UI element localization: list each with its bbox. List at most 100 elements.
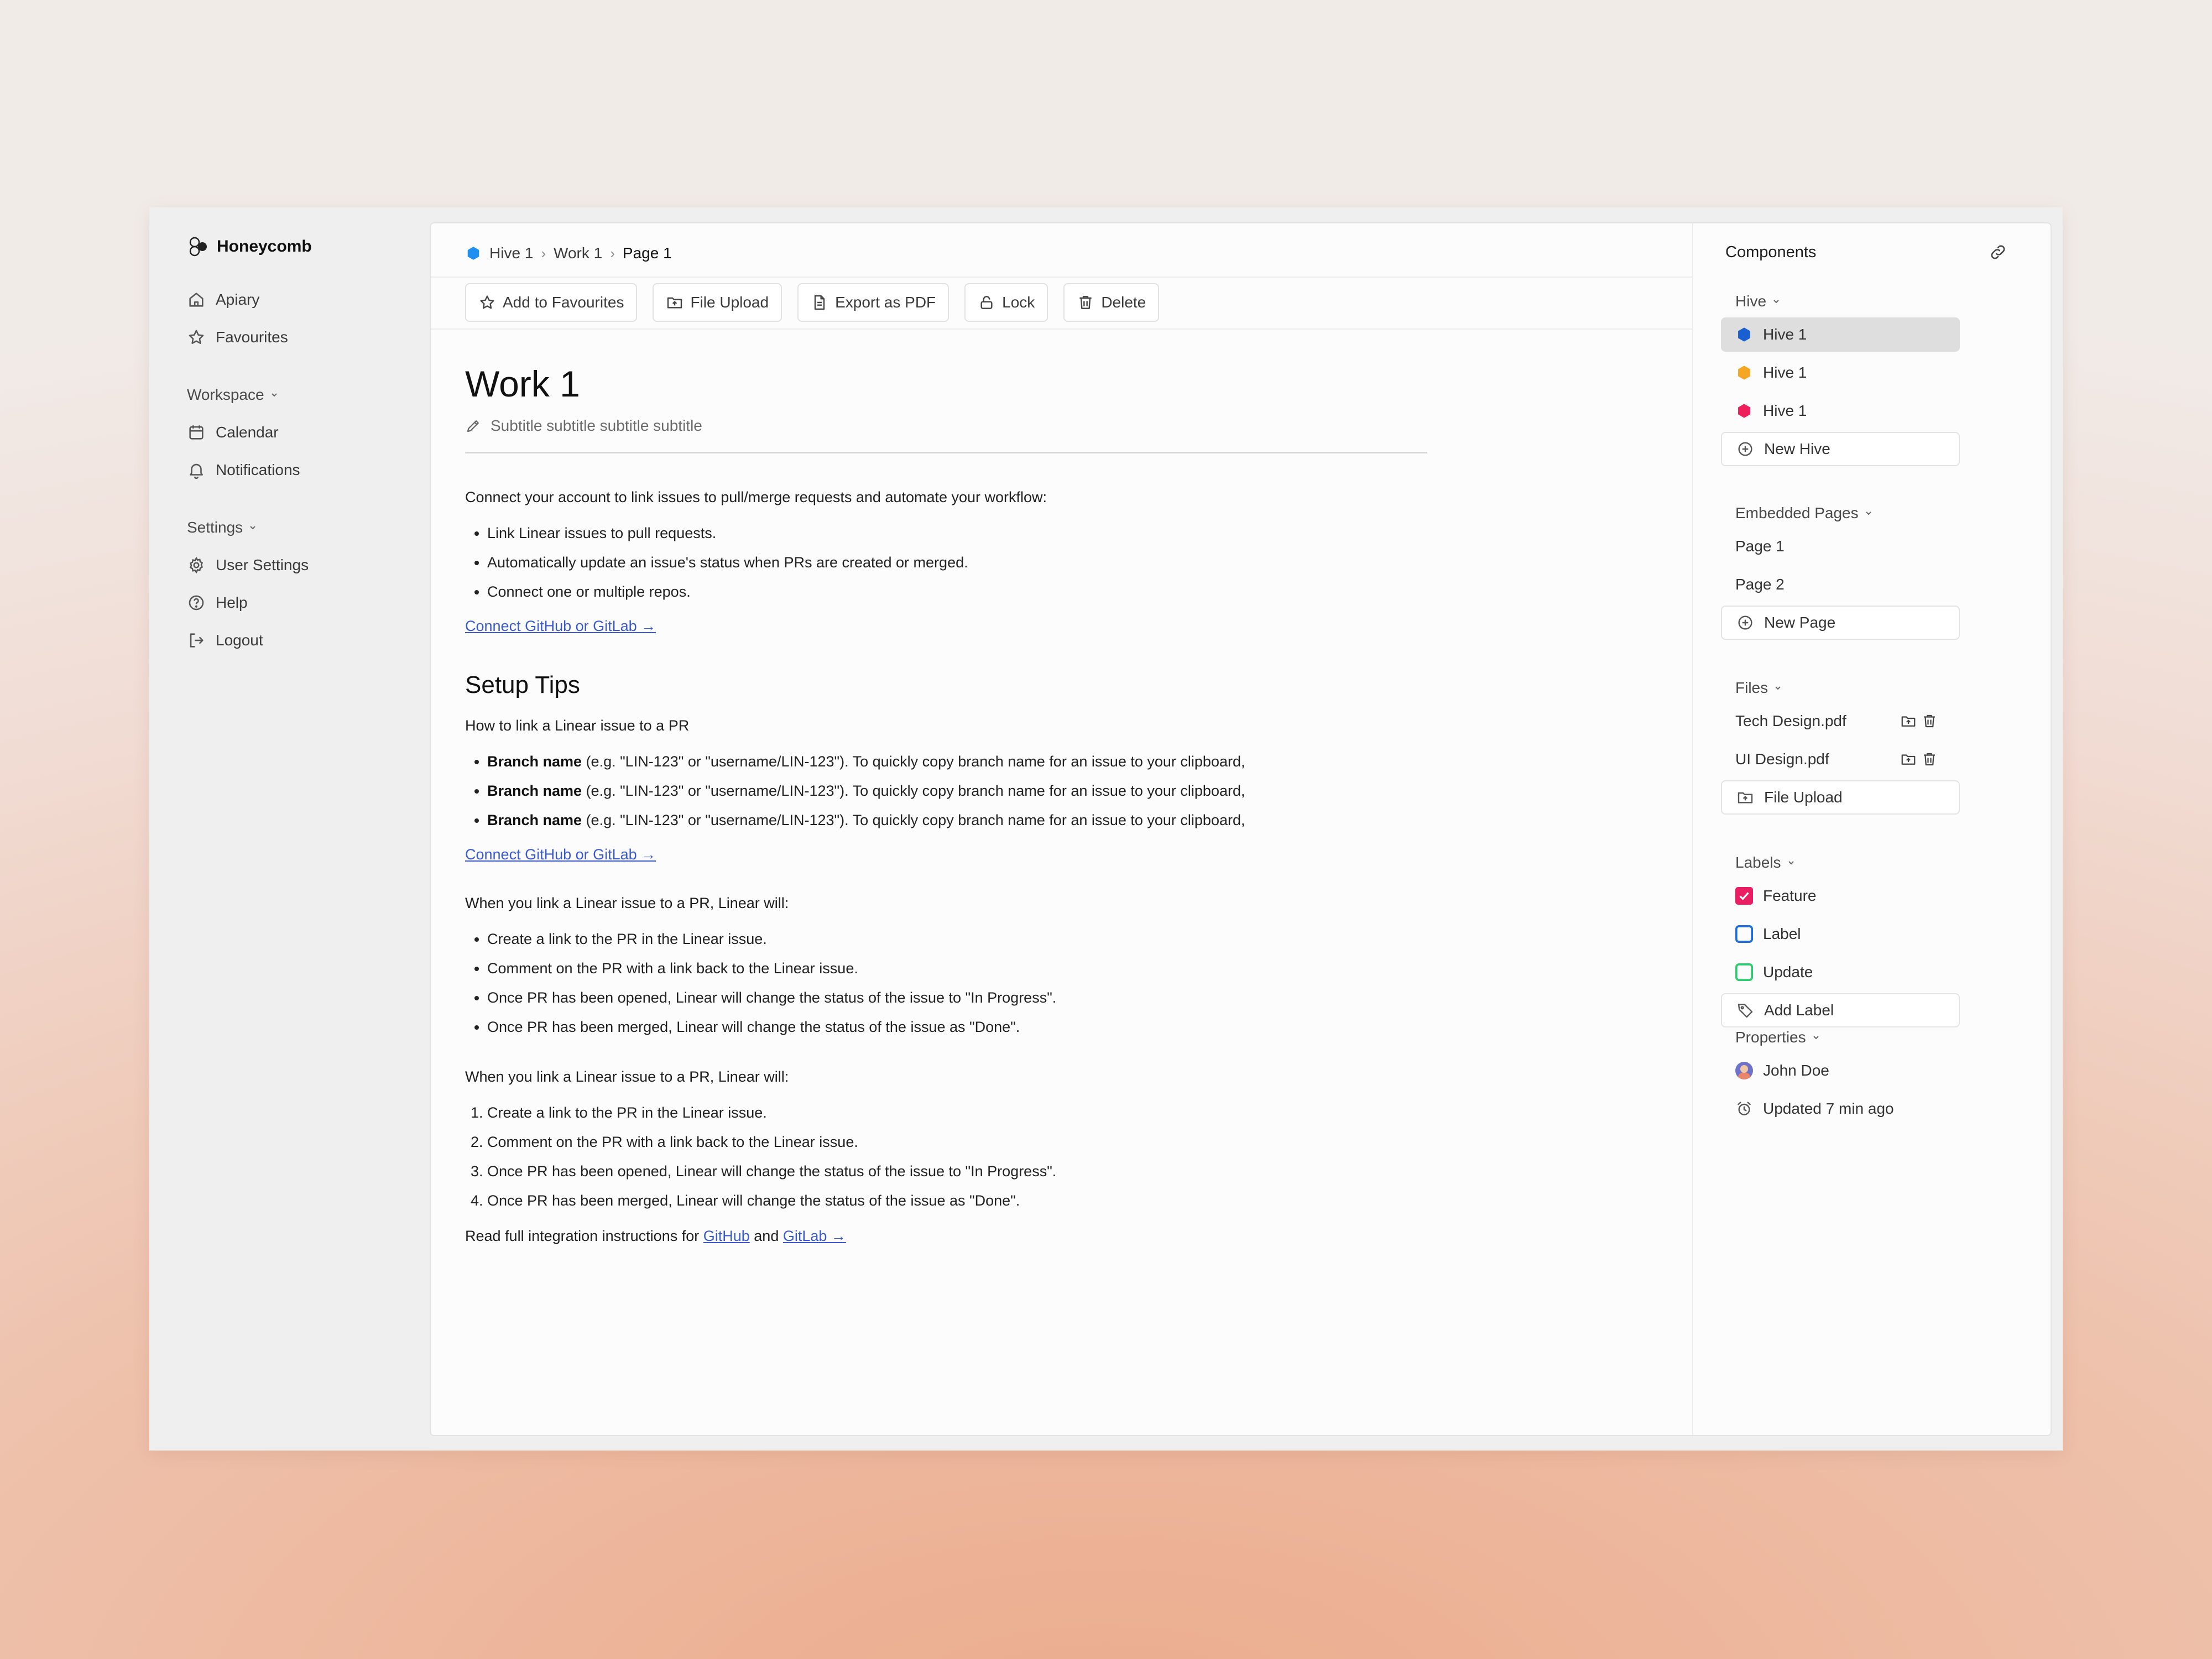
list-item: Create a link to the PR in the Linear is… [487,925,1427,954]
main-panel: Hive 1 › Work 1 › Page 1 Add to Favourit… [430,222,2052,1436]
page-subtitle: Subtitle subtitle subtitle subtitle [491,417,702,434]
sidebar-item-notifications[interactable]: Notifications [187,451,419,489]
list-item: Comment on the PR with a link back to th… [487,1128,1427,1157]
sidebar-item-apiary[interactable]: Apiary [187,281,419,319]
sidebar-item-user-settings[interactable]: User Settings [187,546,419,584]
label-item-label[interactable]: Label [1721,917,1960,951]
intro-list: Link Linear issues to pull requests. Aut… [465,519,1427,607]
breadcrumb-item-hive[interactable]: Hive 1 [489,244,533,262]
list-item: Branch name (e.g. "LIN-123" or "username… [487,747,1427,776]
section-label: Files [1735,679,1768,696]
list-item: Branch name (e.g. "LIN-123" or "username… [487,806,1427,835]
branch-list: Branch name (e.g. "LIN-123" or "username… [465,747,1427,835]
list-item: Once PR has been merged, Linear will cha… [487,1186,1427,1215]
when-bullet-list: Create a link to the PR in the Linear is… [465,925,1427,1042]
embedded-pages-toggle[interactable]: Embedded Pages [1721,497,1960,529]
star-icon [189,330,204,345]
sidebar-item-calendar[interactable]: Calendar [187,414,419,451]
star-icon [480,295,494,309]
when-numbered-list: Create a link to the PR in the Linear is… [465,1098,1427,1215]
properties-section-toggle[interactable]: Properties [1721,1021,1960,1053]
sidebar-item-label: Favourites [216,328,288,346]
hive-section-toggle[interactable]: Hive [1721,285,1960,317]
sidebar-item-label: Apiary [216,291,260,308]
checkbox-icon[interactable] [1735,963,1753,981]
add-to-favourites-button[interactable]: Add to Favourites [465,283,638,322]
file-upload-button[interactable]: File Upload [1721,780,1960,815]
file-actions [1900,751,1938,768]
owner-name: John Doe [1763,1062,1829,1079]
bold-term: Branch name [487,753,582,770]
list-item: Link Linear issues to pull requests. [487,519,1427,548]
footer-and: and [749,1228,783,1244]
new-hive-button[interactable]: New Hive [1721,432,1960,466]
workspace-section-toggle[interactable]: Workspace [187,376,419,414]
sidebar-item-label: Notifications [216,461,300,478]
sidebar-item-help[interactable]: Help [187,584,419,622]
labels-section-toggle[interactable]: Labels [1721,847,1960,879]
chevron-down-icon [271,393,277,397]
properties-section: Properties John Doe Updated 7 min ago [1721,1021,1960,1130]
sidebar-item-favourites[interactable]: Favourites [187,319,419,356]
trash-icon[interactable] [1921,713,1938,729]
toolbar: Add to Favourites File Upload Export as … [431,276,1692,330]
checkbox-icon[interactable] [1735,925,1753,943]
hive-item-label: Hive 1 [1763,364,1807,381]
subtitle-field[interactable]: Subtitle subtitle subtitle subtitle [465,410,1427,453]
connect-git-link[interactable]: Connect GitHub or GitLab → [465,846,1427,868]
howto-paragraph: How to link a Linear issue to a PR [465,717,690,734]
file-item[interactable]: UI Design.pdf [1721,742,1960,776]
checkbox-checked-icon[interactable] [1735,887,1753,905]
brand[interactable]: Honeycomb [187,232,419,261]
section-label: Hive [1735,293,1767,310]
list-item: Connect one or multiple repos. [487,577,1427,607]
github-link[interactable]: GitHub [703,1228,750,1244]
files-section-toggle[interactable]: Files [1721,672,1960,704]
list-item: Once PR has been opened, Linear will cha… [487,983,1427,1013]
file-item[interactable]: Tech Design.pdf [1721,704,1960,738]
list-item: Once PR has been merged, Linear will cha… [487,1013,1427,1042]
page-title[interactable]: Work 1 [465,359,1427,409]
breadcrumb-item-work[interactable]: Work 1 [554,244,602,262]
file-actions [1900,713,1938,729]
hive-icon [1738,404,1750,418]
gitlab-link[interactable]: GitLab → [783,1228,846,1244]
export-pdf-button[interactable]: Export as PDF [797,283,950,322]
settings-section-toggle[interactable]: Settings [187,509,419,546]
help-icon [189,595,204,611]
embedded-page-item[interactable]: Page 1 [1721,529,1960,564]
plus-circle-icon [1738,615,1752,630]
owner-property[interactable]: John Doe [1721,1053,1960,1088]
breadcrumb-item-page[interactable]: Page 1 [623,244,672,262]
bold-term: Branch name [487,812,582,828]
label-item-update[interactable]: Update [1721,955,1960,989]
hive-item[interactable]: Hive 1 [1721,394,1960,428]
sidebar-item-label: Logout [216,632,263,649]
label-item-label: Update [1763,963,1813,980]
page-item-label: Page 2 [1735,576,1785,593]
label-item-feature[interactable]: Feature [1721,879,1960,913]
sidebar-item-logout[interactable]: Logout [187,622,419,659]
link-icon[interactable] [1989,243,2007,262]
bell-icon [190,463,203,479]
chevron-down-icon [1865,512,1871,515]
file-name: UI Design.pdf [1735,750,1829,768]
list-item: Automatically update an issue's status w… [487,548,1427,577]
new-page-button[interactable]: New Page [1721,606,1960,640]
section-label: Embedded Pages [1735,504,1859,521]
lock-button[interactable]: Lock [964,283,1048,322]
list-item: Branch name (e.g. "LIN-123" or "username… [487,776,1427,806]
delete-button[interactable]: Delete [1063,283,1160,322]
trash-icon[interactable] [1921,751,1938,768]
chevron-down-icon [250,526,255,530]
connect-git-link[interactable]: Connect GitHub or GitLab → [465,618,1427,640]
lock-icon [980,296,993,309]
file-upload-button[interactable]: File Upload [653,283,782,322]
folder-upload-icon[interactable] [1900,751,1917,768]
folder-upload-icon[interactable] [1900,713,1917,729]
hive-item[interactable]: Hive 1 [1721,317,1960,352]
button-label: New Page [1764,614,1836,631]
tag-icon [1738,1004,1753,1018]
hive-item[interactable]: Hive 1 [1721,356,1960,390]
embedded-page-item[interactable]: Page 2 [1721,567,1960,602]
